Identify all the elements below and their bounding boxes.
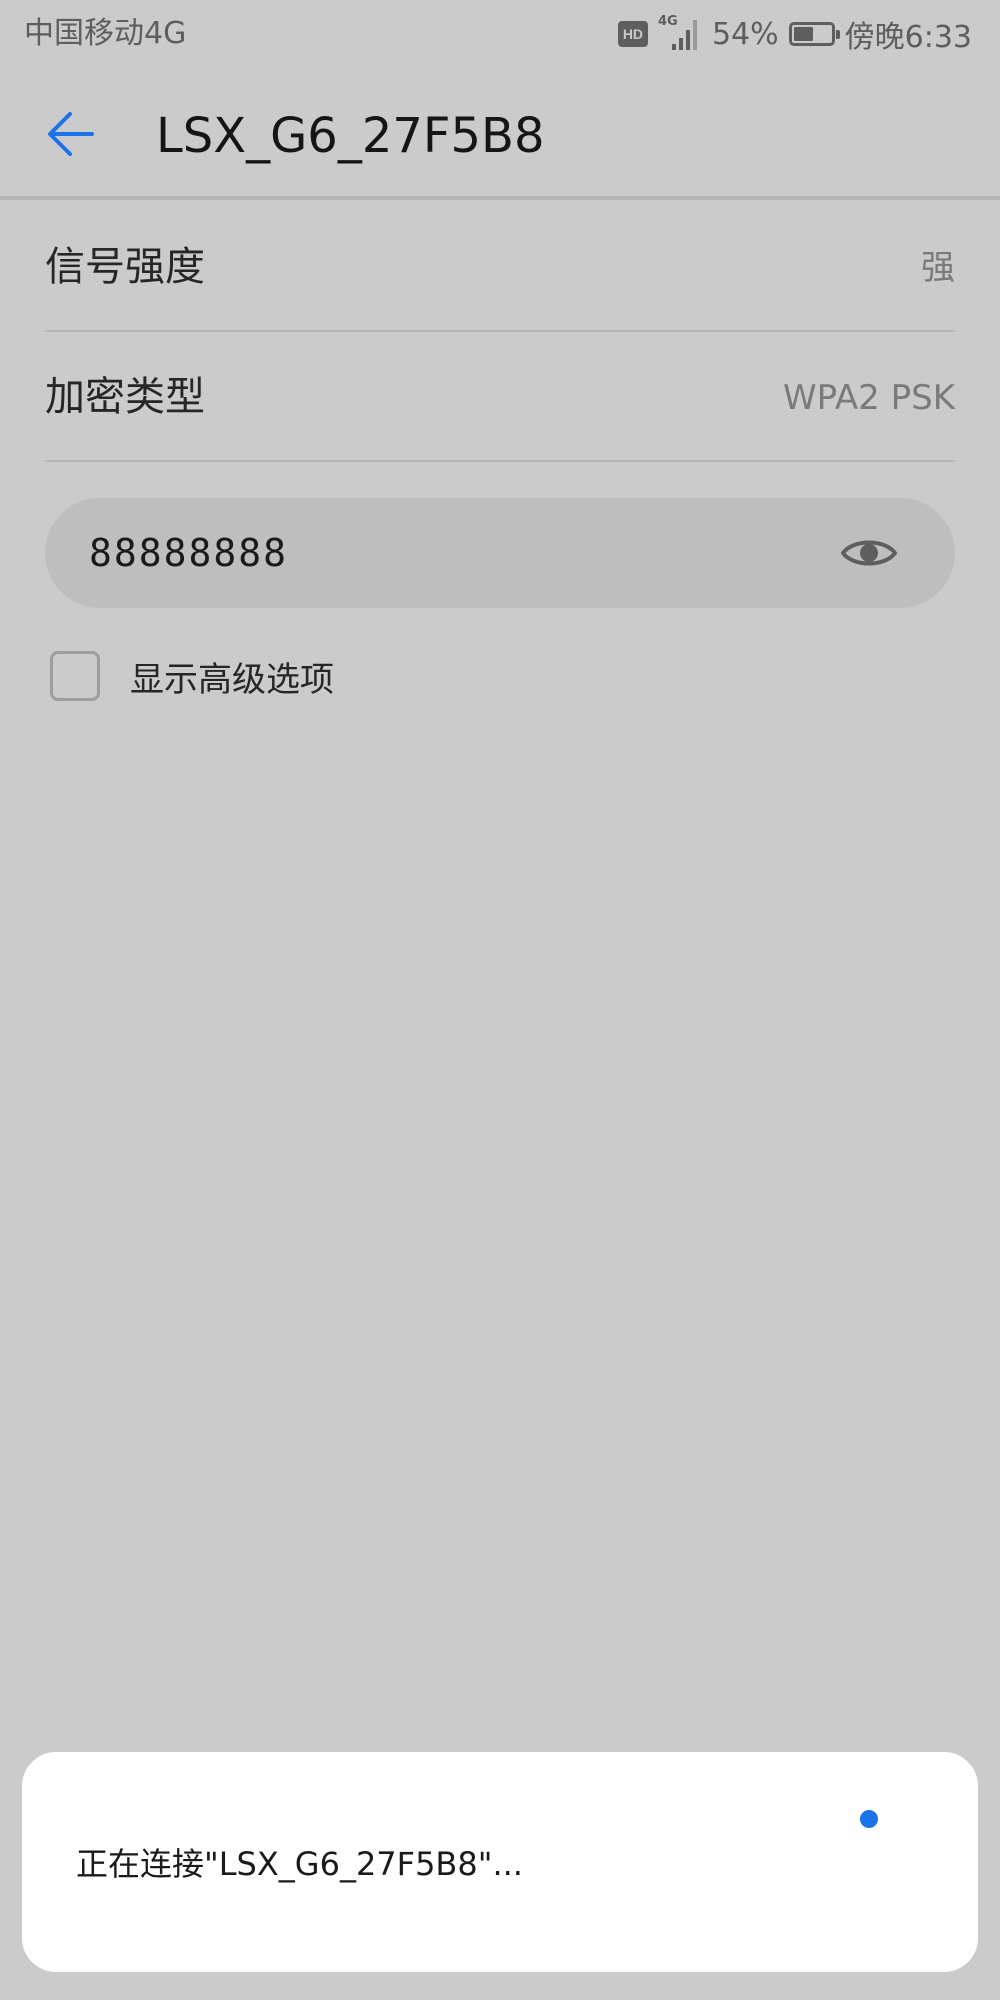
security-type-row: 加密类型 WPA2 PSK	[45, 332, 955, 462]
loading-indicator-icon	[860, 1810, 878, 1828]
signal-strength-row: 信号强度 强	[45, 202, 955, 332]
password-field[interactable]: 88888888	[45, 498, 955, 608]
password-visibility-toggle[interactable]	[839, 531, 899, 575]
status-bar: 中国移动4G HD 4G 54% 傍晚6:33	[0, 0, 1000, 68]
app-bar: LSX_G6_27F5B8	[0, 68, 1000, 200]
advanced-options-label: 显示高级选项	[130, 659, 334, 700]
battery-percentage: 54%	[711, 16, 779, 52]
battery-icon	[788, 22, 840, 46]
status-indicators: HD 4G 54% 傍晚6:33	[617, 14, 972, 55]
signal-strength-value: 强	[921, 248, 955, 288]
password-input-value[interactable]: 88888888	[89, 528, 288, 578]
hd-icon: HD	[617, 21, 648, 47]
security-type-label: 加密类型	[45, 374, 205, 420]
battery-level-fill	[793, 27, 813, 41]
connecting-dialog: 正在连接"LSX_G6_27F5B8"...	[22, 1752, 978, 1972]
cellular-signal-icon: 4G	[658, 14, 702, 52]
advanced-options-toggle[interactable]: 显示高级选项	[50, 648, 334, 704]
connecting-message: 正在连接"LSX_G6_27F5B8"...	[76, 1845, 523, 1883]
eye-icon	[841, 540, 897, 566]
back-button[interactable]	[40, 102, 104, 166]
arrow-left-icon	[48, 112, 94, 156]
security-type-value: WPA2 PSK	[782, 378, 955, 418]
advanced-options-checkbox[interactable]	[50, 651, 100, 701]
page-title: LSX_G6_27F5B8	[156, 108, 545, 164]
signal-strength-label: 信号强度	[45, 244, 205, 290]
clock: 傍晚6:33	[844, 20, 972, 55]
carrier-name: 中国移动4G	[24, 16, 187, 51]
